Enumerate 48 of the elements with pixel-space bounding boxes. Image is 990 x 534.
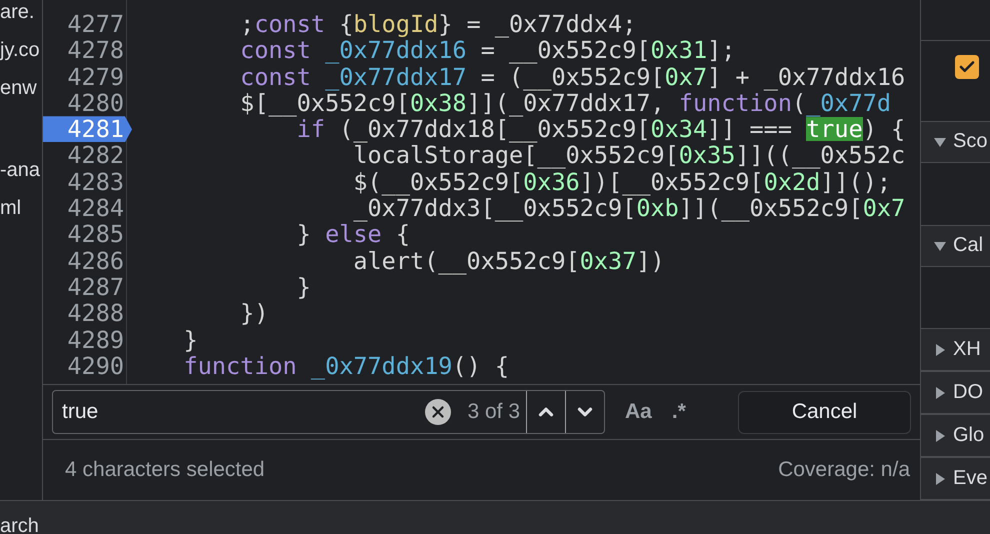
file-name[interactable]: ml	[0, 196, 42, 234]
selection-status: 4 characters selected	[65, 458, 265, 482]
search-input[interactable]: true	[60, 399, 426, 425]
code-line: })	[239, 300, 270, 327]
clear-button[interactable]	[425, 399, 452, 425]
file-name[interactable]: are.	[0, 0, 42, 38]
line-number[interactable]: 4278	[43, 37, 132, 64]
match-case-toggle[interactable]: Aa	[619, 400, 658, 424]
coverage-status: Coverage: n/a	[778, 458, 910, 482]
cancel-button[interactable]: Cancel	[738, 390, 911, 434]
code-line: const _0x77ddx17 = (__0x552c9[0x7] + _0x77ddx16	[239, 64, 906, 90]
line-number[interactable]: 4277	[43, 11, 132, 38]
line-number[interactable]: 4279	[43, 64, 132, 90]
code-line: $[__0x552c9[0x38]](_0x77ddx17, function(_0x77d	[239, 90, 892, 116]
code-line: }	[296, 274, 312, 300]
file-name[interactable]: -ana	[0, 158, 42, 196]
code-line: function _0x77ddx19() {	[182, 352, 510, 380]
section-header[interactable]: Glo	[921, 414, 990, 458]
regex-toggle[interactable]: .*	[666, 400, 692, 424]
line-number[interactable]: 4289	[43, 326, 132, 353]
line-number[interactable]: 4285	[43, 221, 132, 248]
section-header[interactable]: Cal	[921, 224, 990, 266]
search-tab-label[interactable]: arch	[0, 515, 39, 534]
code-line: const _0x77ddx16 = __0x552c9[0x31];	[239, 37, 736, 64]
breakpoint-line-number[interactable]: 4281	[43, 116, 132, 142]
section-header[interactable]: Eve	[921, 457, 990, 500]
file-name[interactable]: enw	[0, 76, 42, 114]
code-line: $(__0x552c9[0x36])[__0x552c9[0x2d]]();	[352, 168, 892, 196]
line-number[interactable]: 4284	[43, 195, 132, 222]
line-number[interactable]: 4287	[43, 274, 132, 300]
line-number[interactable]: 4282	[43, 142, 132, 169]
line-number[interactable]: 4288	[43, 300, 132, 327]
section-header[interactable]: Sco	[921, 120, 990, 163]
section-header[interactable]: XH	[921, 328, 990, 372]
code-line: alert(__0x552c9[0x37])	[352, 248, 666, 274]
line-number[interactable]: 4286	[43, 248, 132, 274]
code-line: localStorage[__0x552c9[0x35]]((__0x552c	[353, 142, 906, 169]
line-number[interactable]: 4280	[43, 90, 132, 116]
section-header[interactable]: DO	[921, 371, 990, 414]
checkbox[interactable]	[955, 54, 979, 79]
line-number[interactable]: 4290	[43, 352, 132, 380]
line-number[interactable]: 4283	[43, 168, 132, 196]
search-field[interactable]: true 3 of 3	[52, 390, 605, 434]
code-line: } else {	[296, 221, 410, 248]
match-count: 3 of 3	[467, 400, 520, 424]
code-line: }	[182, 326, 199, 353]
code-line: _0x77ddx3[__0x552c9[0xb]](__0x552c9[0x7	[352, 195, 906, 222]
code-line: ;const {blogId} = _0x77ddx4;	[239, 11, 638, 38]
